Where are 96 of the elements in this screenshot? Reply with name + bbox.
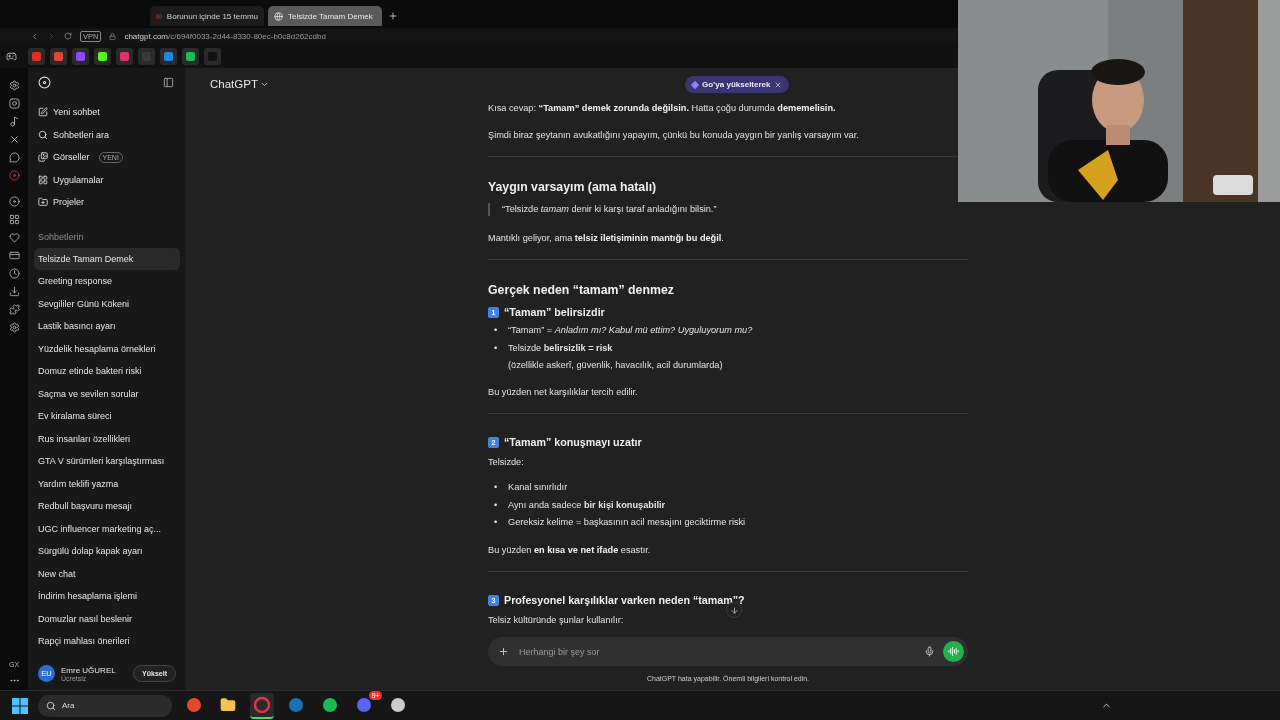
paragraph: Bu yüzden en kısa ve net ifade esastır. [488, 543, 652, 557]
chat-item[interactable]: New chat [34, 562, 180, 585]
lock-icon [109, 32, 117, 40]
search-icon [38, 129, 48, 140]
bullet-text: Kanal sınırlıdır [508, 481, 568, 494]
paragraph: Şimdi biraz şeytanın avukatlığını yapayım, çünkü bu konuda yaygın bir yanlış varsayım var. [488, 129, 860, 142]
subsection-heading: “Tamam” konuşmayı uzatır [504, 436, 642, 449]
bullet-mark: • [494, 324, 499, 337]
browser-tab[interactable]: Telsizde Tamam Demek [268, 6, 382, 26]
reload-icon[interactable] [64, 32, 72, 40]
chat-bubble-icon[interactable] [8, 152, 20, 163]
grid-icon[interactable] [8, 214, 20, 225]
chat-item[interactable]: Telsizde Tamam Demek [34, 247, 180, 270]
grid-icon [38, 174, 48, 185]
images-icon [38, 152, 48, 163]
arrow-down-icon [729, 605, 739, 615]
folder-icon [38, 197, 48, 208]
bullet-text: Aynı anda sadece bir kişi konuşabilir [508, 498, 666, 512]
section-title: Sohbetlerin [37, 230, 85, 244]
nav-item[interactable]: Sohbetleri ara [34, 123, 180, 146]
bullet-note: (özellikle askerî, güvenlik, havacılık, acil durumlarda) [508, 358, 723, 372]
search-icon [46, 700, 56, 711]
start-icon[interactable] [12, 697, 28, 714]
chat-item[interactable]: Sevgililer Günü Kökeni [34, 292, 180, 315]
card-icon[interactable] [8, 250, 20, 261]
bookmark[interactable] [182, 47, 199, 65]
note-icon[interactable] [8, 116, 20, 127]
chat-item[interactable]: İndirim hesaplama işlemi [34, 585, 180, 608]
chat-item[interactable]: Ev kiralama süreci [34, 405, 180, 428]
video-icon [156, 11, 162, 21]
wave-icon [948, 646, 959, 657]
chat-item[interactable]: GTA V sürümleri karşılaştırması [34, 450, 180, 473]
camera-icon[interactable] [8, 98, 20, 109]
subsection-heading: Profesyonel karşılıklar varken neden “tamam”? [504, 593, 745, 607]
quote-text: “Telsizde tamam denir ki karşı taraf anladığını bilsin.” [502, 204, 717, 214]
section-heading: Yaygın varsayım (ama hatalı) [488, 179, 658, 195]
user-name: Emre UĞUREL [61, 665, 117, 675]
chat-item[interactable]: Domuz etinde bakteri riski [34, 360, 180, 383]
promo-pill[interactable]: Go’ya yükselterek [685, 76, 790, 93]
chat-item[interactable]: Greeting response [34, 270, 180, 293]
message-field[interactable]: Herhangi bir şey sor [488, 637, 968, 666]
message-input[interactable]: Herhangi bir şey sor [517, 645, 916, 658]
address-bar[interactable]: chatgpt.com/c/694f0033-2d44-8330-80ec-b0c8d262cdbd [124, 31, 326, 41]
app-icon[interactable] [390, 696, 406, 713]
chat-item[interactable]: Yüzdelik hesaplama örnekleri [34, 337, 180, 360]
bullet-mark: • [494, 341, 499, 355]
chat-item[interactable]: UGC influencer marketing aç... [34, 517, 180, 540]
disc-icon[interactable] [8, 196, 20, 207]
subsection-heading: “Tamam” belirsizdir [504, 306, 605, 319]
chat-item[interactable]: Saçma ve sevilen sorular [34, 382, 180, 405]
bullet-text: Gereksiz kelime = başkasının acil mesajını geciktirme riski [508, 516, 746, 529]
clock-icon[interactable] [8, 268, 20, 279]
chat-item[interactable]: Lastik basıncı ayarı [34, 315, 180, 338]
bullet-mark: • [494, 481, 499, 494]
pencil-icon [38, 107, 48, 118]
scroll-down-button[interactable] [726, 602, 742, 618]
paragraph: Bu yüzden net karşılıklar tercih edilir. [488, 386, 639, 399]
heart-icon[interactable] [8, 232, 20, 243]
sidebar-toggle-icon[interactable] [163, 77, 174, 88]
taskbar-search[interactable]: Ara [38, 694, 172, 717]
nav-item[interactable]: Projeler [34, 191, 180, 214]
bullet-text: “Tamam” = Anladım mı? Kabul mü ettim? Uyguluyorum mu? [508, 324, 753, 337]
plus-icon[interactable] [498, 646, 509, 657]
bullet-mark: • [494, 498, 499, 512]
nav-item[interactable]: Uygulamalar [34, 168, 180, 191]
paragraph: Telsiz kültüründe şunlar kullanılır: [488, 613, 625, 627]
logo-icon[interactable] [38, 76, 51, 89]
bullet-mark: • [494, 516, 499, 529]
chat-item[interactable]: Sürgülü dolap kapak ayarı [34, 540, 180, 563]
chat-item[interactable]: Domuzlar nasıl beslenir [34, 607, 180, 630]
gamepad-icon[interactable] [6, 50, 17, 62]
folder-icon[interactable] [220, 696, 236, 713]
chat-item[interactable]: Redbull başvuru mesajı [34, 495, 180, 518]
disc-icon[interactable] [8, 170, 20, 181]
voice-button[interactable] [943, 641, 964, 662]
bookmark[interactable] [94, 47, 111, 65]
section-heading: Gerçek neden “tamam” denmez [488, 282, 675, 298]
chat-item[interactable]: Rus insanları özellikleri [34, 427, 180, 450]
gear-icon[interactable] [8, 80, 20, 91]
chat-item[interactable]: Yardım teklifi yazma [34, 472, 180, 495]
nav-item[interactable]: Yeni sohbet [34, 101, 180, 124]
close-icon[interactable] [774, 80, 783, 89]
mic-icon[interactable] [924, 646, 935, 657]
paragraph: Kısa cevap: “Tamam” demek zorunda değilsin. Hatta çoğu durumda dememelisin. [488, 102, 837, 115]
paragraph: Telsizde: [488, 456, 525, 469]
download-icon[interactable] [8, 286, 20, 297]
puzzle-icon[interactable] [8, 304, 20, 315]
bullet-text: Telsizde belirsizlik = risk [508, 341, 614, 355]
app-icon[interactable] [322, 696, 338, 713]
model-selector[interactable]: ChatGPT [210, 78, 269, 90]
paragraph: Mantıklı geliyor, ama telsiz iletişiminin mantığı bu değil. [488, 232, 725, 245]
settings-icon[interactable] [8, 322, 20, 333]
x-icon[interactable] [8, 134, 20, 145]
browser-tab[interactable]: Borunun içinde 15 temmu [150, 6, 264, 26]
chat-item[interactable]: Rapçi mahlası önerileri [34, 630, 180, 653]
back-icon[interactable] [30, 31, 39, 41]
